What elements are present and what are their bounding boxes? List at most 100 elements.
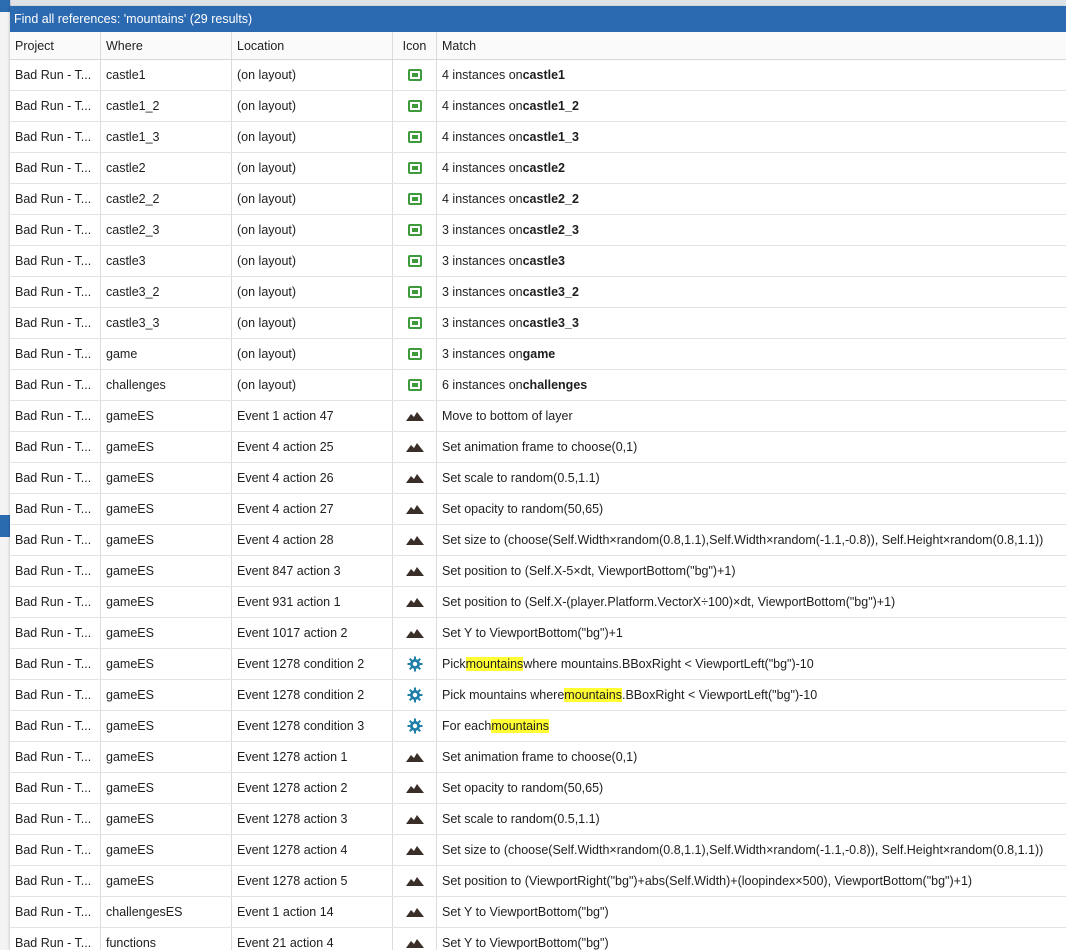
layout-icon <box>407 69 422 81</box>
table-row[interactable]: Bad Run - T... castle3_2 (on layout) 3 inst… <box>10 277 1066 308</box>
table-row[interactable]: Bad Run - T... castle2_2 (on layout) 4 inst… <box>10 184 1066 215</box>
layout-icon <box>407 131 422 143</box>
column-header-match[interactable]: Match <box>437 32 1066 59</box>
cell-icon <box>393 432 437 462</box>
table-row[interactable]: Bad Run - T... gameES Event 1278 action 3 S… <box>10 804 1066 835</box>
layout-icon <box>407 286 422 298</box>
cell-where: challengesES <box>101 897 232 927</box>
table-row[interactable]: Bad Run - T... challengesES Event 1 action… <box>10 897 1066 928</box>
layout-icon <box>407 162 422 174</box>
match-text: Set position to (ViewportRight("bg")+abs… <box>442 874 973 888</box>
match-text: Pick <box>442 657 466 671</box>
cell-where: gameES <box>101 649 232 679</box>
table-row[interactable]: Bad Run - T... gameES Event 847 action 3 Se… <box>10 556 1066 587</box>
match-text: Set size to (choose(Self.Width×random(0.… <box>442 843 1044 857</box>
match-text: 3 instances on <box>442 285 523 299</box>
table-row[interactable]: Bad Run - T... gameES Event 1278 action 2 S… <box>10 773 1066 804</box>
table-row[interactable]: Bad Run - T... gameES Event 4 action 26 Set… <box>10 463 1066 494</box>
cell-match: Set position to (ViewportRight("bg")+abs… <box>437 866 1066 896</box>
cell-project: Bad Run - T... <box>10 494 101 524</box>
cell-project: Bad Run - T... <box>10 773 101 803</box>
match-text: Set Y to ViewportBottom("bg") <box>442 936 609 950</box>
match-target: castle3 <box>522 254 566 268</box>
cell-match: Pick mountains where mountains.BBoxRight… <box>437 680 1066 710</box>
match-text: 4 instances on <box>442 192 523 206</box>
table-row[interactable]: Bad Run - T... gameES Event 931 action 1 Se… <box>10 587 1066 618</box>
cell-project: Bad Run - T... <box>10 897 101 927</box>
column-header-location[interactable]: Location <box>232 32 393 59</box>
match-text: 3 instances on <box>442 316 523 330</box>
match-text: Set animation frame to choose(0,1) <box>442 750 638 764</box>
cell-where: castle3 <box>101 246 232 276</box>
cell-icon <box>393 897 437 927</box>
table-row[interactable]: Bad Run - T... castle3_3 (on layout) 3 inst… <box>10 308 1066 339</box>
table-row[interactable]: Bad Run - T... challenges (on layout) 6 ins… <box>10 370 1066 401</box>
table-row[interactable]: Bad Run - T... gameES Event 1278 condition… <box>10 649 1066 680</box>
table-row[interactable]: Bad Run - T... gameES Event 4 action 28 Set… <box>10 525 1066 556</box>
table-row[interactable]: Bad Run - T... castle2 (on layout) 4 instan… <box>10 153 1066 184</box>
table-row[interactable]: Bad Run - T... gameES Event 1278 condition… <box>10 711 1066 742</box>
table-row[interactable]: Bad Run - T... castle2_3 (on layout) 3 inst… <box>10 215 1066 246</box>
table-row[interactable]: Bad Run - T... gameES Event 1278 action 1 S… <box>10 742 1066 773</box>
gear-icon <box>407 687 423 703</box>
table-row[interactable]: Bad Run - T... gameES Event 1 action 47 Mov… <box>10 401 1066 432</box>
cell-project: Bad Run - T... <box>10 866 101 896</box>
cell-match: 3 instances on castle3_2 <box>437 277 1066 307</box>
table-row[interactable]: Bad Run - T... game (on layout) 3 instances… <box>10 339 1066 370</box>
table-row[interactable]: Bad Run - T... gameES Event 1278 action 4 S… <box>10 835 1066 866</box>
table-row[interactable]: Bad Run - T... castle1_3 (on layout) 4 inst… <box>10 122 1066 153</box>
match-target: castle1 <box>522 68 566 82</box>
cell-icon <box>393 277 437 307</box>
cell-where: gameES <box>101 773 232 803</box>
cell-match: Set Y to ViewportBottom("bg")+1 <box>437 618 1066 648</box>
cell-project: Bad Run - T... <box>10 401 101 431</box>
table-row[interactable]: Bad Run - T... castle3 (on layout) 3 instan… <box>10 246 1066 277</box>
cell-project: Bad Run - T... <box>10 680 101 710</box>
cell-icon <box>393 60 437 90</box>
cell-project: Bad Run - T... <box>10 618 101 648</box>
table-row[interactable]: Bad Run - T... functions Event 21 action 4… <box>10 928 1066 950</box>
cell-where: gameES <box>101 711 232 741</box>
cell-project: Bad Run - T... <box>10 60 101 90</box>
cell-location: Event 1278 action 5 <box>232 866 393 896</box>
cell-project: Bad Run - T... <box>10 432 101 462</box>
layout-icon <box>407 348 422 360</box>
table-row[interactable]: Bad Run - T... gameES Event 4 action 27 Set… <box>10 494 1066 525</box>
cell-project: Bad Run - T... <box>10 804 101 834</box>
column-header-project[interactable]: Project <box>10 32 101 59</box>
cell-location: (on layout) <box>232 91 393 121</box>
mountain-icon <box>405 876 424 886</box>
cell-match: 4 instances on castle1_2 <box>437 91 1066 121</box>
cell-location: Event 1278 condition 3 <box>232 711 393 741</box>
cell-match: 4 instances on castle2_2 <box>437 184 1066 214</box>
cell-where: functions <box>101 928 232 950</box>
match-text: Set animation frame to choose(0,1) <box>442 440 638 454</box>
cell-icon <box>393 370 437 400</box>
cell-project: Bad Run - T... <box>10 587 101 617</box>
mountain-icon <box>405 845 424 855</box>
mountain-icon <box>405 814 424 824</box>
match-highlight: mountains <box>465 657 524 671</box>
match-text: Set position to (Self.X-(player.Platform… <box>442 595 896 609</box>
results-list: Bad Run - T... castle1 (on layout) 4 instan… <box>10 60 1066 950</box>
table-row[interactable]: Bad Run - T... castle1 (on layout) 4 instan… <box>10 60 1066 91</box>
cell-location: (on layout) <box>232 339 393 369</box>
table-row[interactable]: Bad Run - T... castle1_2 (on layout) 4 inst… <box>10 91 1066 122</box>
cell-icon <box>393 618 437 648</box>
mountain-icon <box>405 938 424 948</box>
table-row[interactable]: Bad Run - T... gameES Event 1017 action 2 S… <box>10 618 1066 649</box>
table-row[interactable]: Bad Run - T... gameES Event 1278 action 5 S… <box>10 866 1066 897</box>
cell-location: Event 4 action 27 <box>232 494 393 524</box>
table-row[interactable]: Bad Run - T... gameES Event 4 action 25 Set… <box>10 432 1066 463</box>
column-header-where[interactable]: Where <box>101 32 232 59</box>
cell-project: Bad Run - T... <box>10 370 101 400</box>
table-row[interactable]: Bad Run - T... gameES Event 1278 condition… <box>10 680 1066 711</box>
panel-titlebar[interactable]: Find all references: 'mountains' (29 res… <box>10 6 1066 32</box>
match-target: castle1_3 <box>522 130 579 144</box>
cell-project: Bad Run - T... <box>10 215 101 245</box>
match-text: Set size to (choose(Self.Width×random(0.… <box>442 533 1044 547</box>
column-header-icon[interactable]: Icon <box>393 32 437 59</box>
cell-icon <box>393 556 437 586</box>
cell-location: (on layout) <box>232 122 393 152</box>
cell-match: For each mountains <box>437 711 1066 741</box>
